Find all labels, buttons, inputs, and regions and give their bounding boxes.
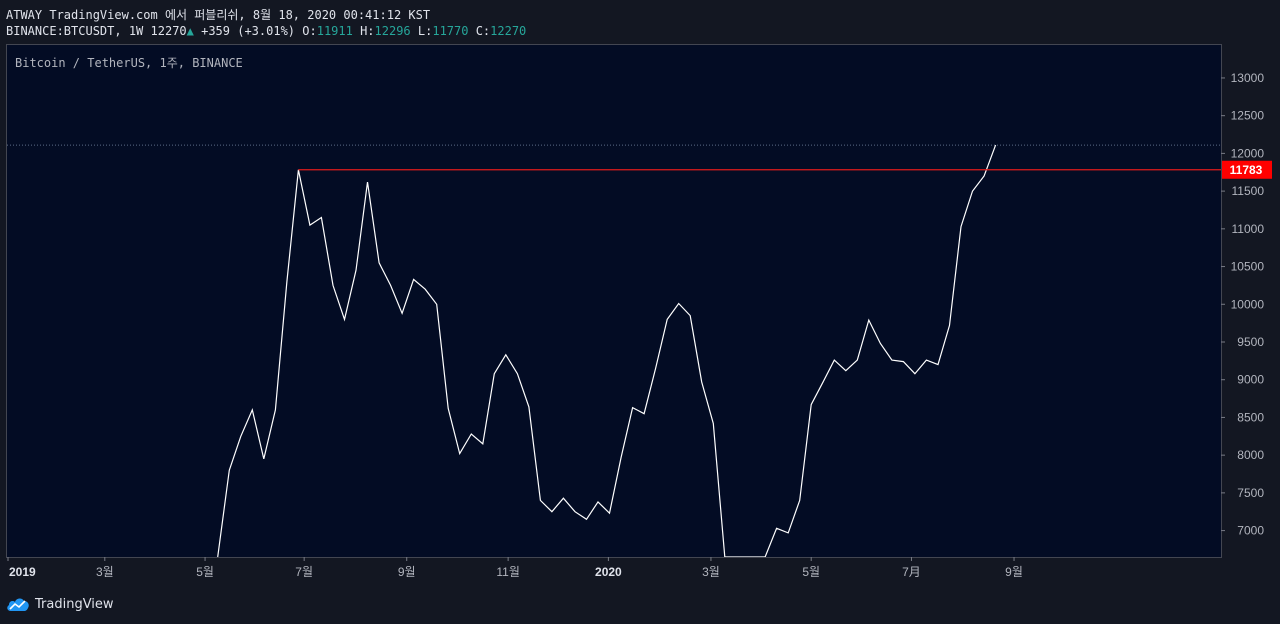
price-tick-label: 8000 [1237,448,1264,462]
high-value: 12296 [374,24,411,38]
tradingview-logo[interactable]: TradingView [6,596,114,612]
plot-area[interactable] [6,44,1222,558]
time-tick-label: 9월 [398,565,416,579]
price-tick-label: 11000 [1232,222,1265,236]
up-triangle-icon: ▲ [186,24,194,38]
price-tick-label: 7000 [1237,524,1264,538]
price-tick-label: 8500 [1237,410,1264,424]
price-tick-label: 9000 [1237,373,1264,387]
tradingview-brand: TradingView [35,596,114,612]
price-tick-label: 10000 [1231,297,1265,311]
time-tick-label: 7월 [295,565,313,579]
last-price: 12270 [150,24,187,38]
price-tick-label: 11500 [1232,184,1265,198]
time-tick-label: 2020 [595,565,622,579]
symbol-name[interactable]: BINANCE:BTCUSDT, [6,24,122,38]
time-tick-label: 11월 [496,565,520,579]
open-value: 11911 [316,24,353,38]
close-label: C: [475,24,491,38]
time-tick-label: 2019 [9,565,36,579]
low-value: 11770 [432,24,469,38]
time-tick-label: 9월 [1005,565,1023,579]
chart-legend: Bitcoin / TetherUS, 1주, BINANCE [15,56,243,70]
price-tick-label: 9500 [1237,335,1264,349]
price-marker-label: 11783 [1230,163,1263,177]
open-label: O: [302,24,317,38]
time-tick-label: 5월 [802,565,820,579]
interval[interactable]: 1W [129,24,143,38]
price-tick-label: 7500 [1237,486,1264,500]
time-tick-label: 3월 [96,565,114,579]
tradingview-cloud-icon [7,598,29,611]
price-axis[interactable]: 7000 7500 8000 8500 9000 9500 10000 10500 11000 1… [1221,71,1264,538]
chart-pane[interactable]: Bitcoin / TetherUS, 1주, BINANCE 7000 7500… [6,44,1274,587]
price-tick-label: 12000 [1231,146,1265,160]
ohlc-row: BINANCE:BTCUSDT, 1W 12270▲ +359 (+3.01%)… [6,24,526,38]
time-axis[interactable]: 2019 3월 5월 7월 9월 11월 2020 3월 5월 7月 9월 [7,557,1023,579]
publish-info: ATWAY TradingView.com 에서 퍼블리쉬, 8월 18, 20… [6,8,431,22]
close-value: 12270 [490,24,527,38]
low-label: L: [417,24,433,38]
high-label: H: [360,24,375,38]
price-change: +359 (+3.01%) [201,24,296,38]
time-tick-label: 7月 [902,565,921,579]
price-tick-label: 13000 [1231,71,1265,85]
time-tick-label: 3월 [702,565,720,579]
chart-svg[interactable]: Bitcoin / TetherUS, 1주, BINANCE 7000 7500… [6,44,1274,587]
price-tick-label: 12500 [1231,109,1265,123]
time-tick-label: 5월 [196,565,214,579]
price-tick-label: 10500 [1231,260,1265,274]
